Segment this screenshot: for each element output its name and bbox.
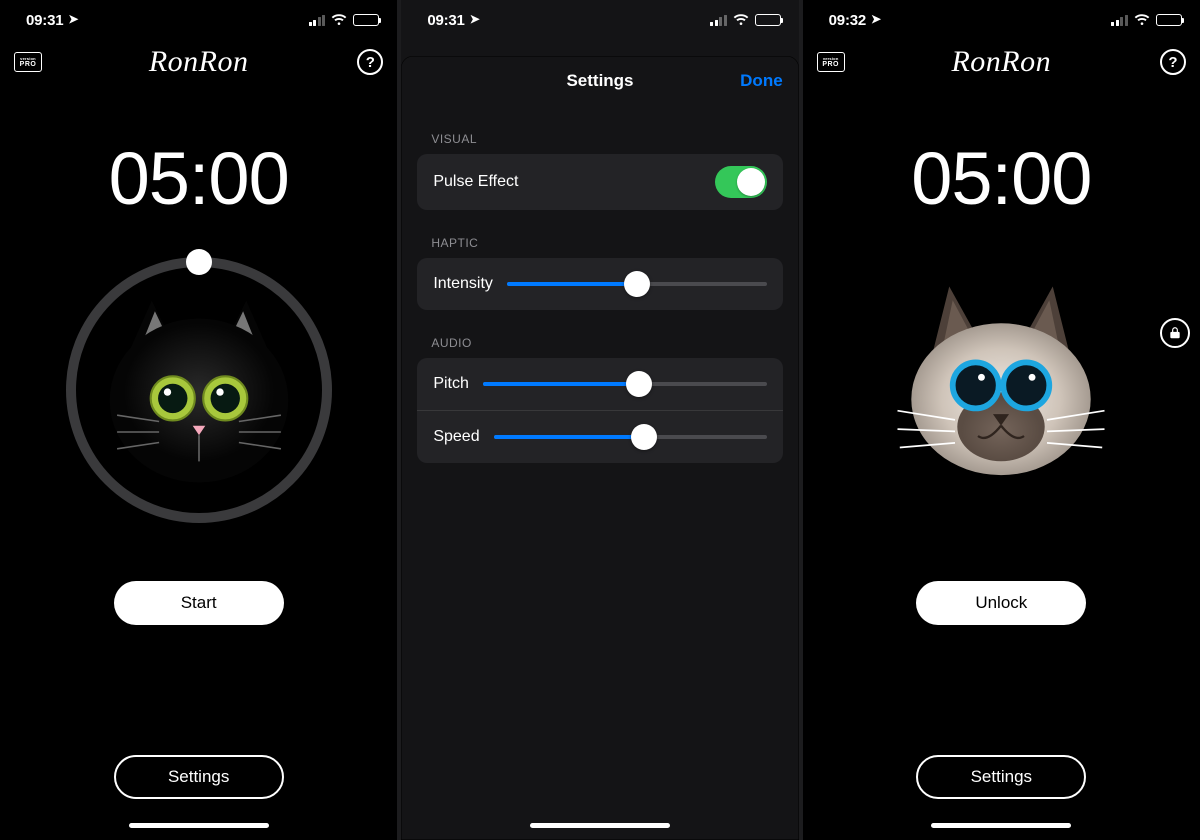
start-button[interactable]: Start bbox=[114, 581, 284, 625]
app-header: version PRO RonRon ? bbox=[803, 40, 1200, 84]
section-header: VISUAL bbox=[431, 132, 768, 146]
location-arrow-icon: ➤ bbox=[871, 12, 881, 26]
row-intensity: Intensity bbox=[417, 258, 782, 310]
question-mark-icon: ? bbox=[1168, 54, 1177, 71]
sheet-backdrop bbox=[401, 40, 798, 56]
app-title: RonRon bbox=[951, 45, 1051, 79]
battery-icon bbox=[353, 14, 379, 26]
location-arrow-icon: ➤ bbox=[470, 12, 480, 26]
page-title: Settings bbox=[566, 71, 633, 91]
row-speed: Speed bbox=[417, 410, 782, 463]
wifi-icon bbox=[733, 14, 749, 26]
section-visual: VISUAL Pulse Effect bbox=[401, 132, 798, 210]
switch-pulse-effect[interactable] bbox=[715, 166, 767, 198]
screen-settings: 09:31 ➤ Settings Done VISUAL Pulse Effec… bbox=[401, 0, 798, 840]
settings-sheet: Settings Done VISUAL Pulse Effect HAPTIC… bbox=[401, 56, 798, 840]
help-button[interactable]: ? bbox=[357, 49, 383, 75]
settings-card: Intensity bbox=[417, 258, 782, 310]
dial-thumb[interactable] bbox=[186, 249, 212, 275]
status-time: 09:32 bbox=[829, 12, 866, 29]
slider-speed[interactable] bbox=[494, 423, 767, 451]
pro-badge[interactable]: version PRO bbox=[817, 52, 845, 72]
section-haptic: HAPTIC Intensity bbox=[401, 236, 798, 310]
timer-display: 05:00 bbox=[109, 136, 289, 221]
cat-zone[interactable] bbox=[856, 245, 1146, 535]
lock-icon bbox=[1168, 326, 1182, 340]
app-title: RonRon bbox=[149, 45, 249, 79]
cellular-signal-icon bbox=[309, 15, 326, 26]
timer-dial[interactable] bbox=[54, 245, 344, 535]
status-time: 09:31 bbox=[427, 12, 464, 29]
help-button[interactable]: ? bbox=[1160, 49, 1186, 75]
settings-button[interactable]: Settings bbox=[916, 755, 1086, 799]
row-pulse-effect: Pulse Effect bbox=[417, 154, 782, 210]
status-time: 09:31 bbox=[26, 12, 63, 29]
status-bar: 09:31 ➤ bbox=[0, 0, 397, 40]
app-header: version PRO RonRon ? bbox=[0, 40, 397, 84]
section-header: HAPTIC bbox=[431, 236, 768, 250]
screen-main-locked: 09:32 ➤ version PRO RonRon ? 05:00 bbox=[803, 0, 1200, 840]
screen-main-start: 09:31 ➤ version PRO RonRon ? 05:00 bbox=[0, 0, 397, 840]
timer-display: 05:00 bbox=[911, 136, 1091, 221]
wifi-icon bbox=[331, 14, 347, 26]
row-label: Pulse Effect bbox=[433, 173, 518, 191]
home-indicator[interactable] bbox=[530, 823, 670, 828]
location-arrow-icon: ➤ bbox=[68, 12, 78, 26]
row-label: Speed bbox=[433, 428, 479, 446]
wifi-icon bbox=[1134, 14, 1150, 26]
pro-badge[interactable]: version PRO bbox=[14, 52, 42, 72]
cellular-signal-icon bbox=[710, 15, 727, 26]
settings-button[interactable]: Settings bbox=[114, 755, 284, 799]
dial-ring-icon bbox=[66, 257, 332, 523]
row-label: Pitch bbox=[433, 375, 469, 393]
home-indicator[interactable] bbox=[129, 823, 269, 828]
settings-card: Pulse Effect bbox=[417, 154, 782, 210]
home-indicator[interactable] bbox=[931, 823, 1071, 828]
slider-pitch[interactable] bbox=[483, 370, 767, 398]
status-bar: 09:31 ➤ bbox=[401, 0, 798, 40]
done-button[interactable]: Done bbox=[740, 71, 783, 91]
sheet-header: Settings Done bbox=[401, 56, 798, 106]
slider-intensity[interactable] bbox=[507, 270, 767, 298]
section-header: AUDIO bbox=[431, 336, 768, 350]
section-audio: AUDIO Pitch Speed bbox=[401, 336, 798, 463]
battery-icon bbox=[755, 14, 781, 26]
cellular-signal-icon bbox=[1111, 15, 1128, 26]
battery-icon bbox=[1156, 14, 1182, 26]
unlock-button[interactable]: Unlock bbox=[916, 581, 1086, 625]
settings-card: Pitch Speed bbox=[417, 358, 782, 463]
cat-siamese-icon bbox=[886, 275, 1116, 505]
row-pitch: Pitch bbox=[417, 358, 782, 410]
main-area: 05:00 bbox=[803, 84, 1200, 840]
lock-button[interactable] bbox=[1160, 318, 1190, 348]
row-label: Intensity bbox=[433, 275, 493, 293]
status-bar: 09:32 ➤ bbox=[803, 0, 1200, 40]
main-area: 05:00 bbox=[0, 84, 397, 840]
question-mark-icon: ? bbox=[366, 54, 375, 71]
